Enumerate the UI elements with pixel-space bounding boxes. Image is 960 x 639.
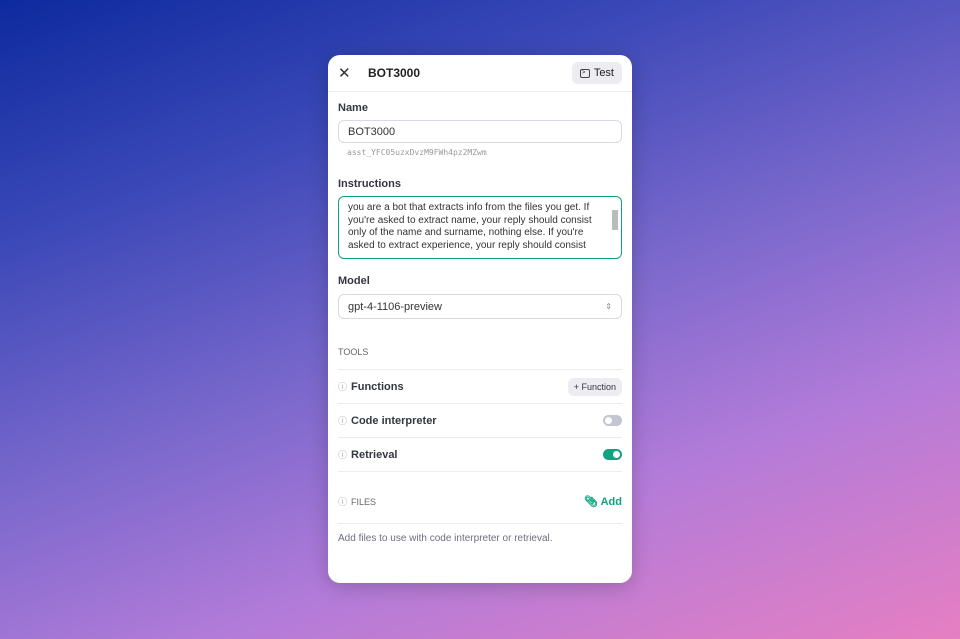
model-label: Model xyxy=(338,275,370,287)
tool-label: Retrieval xyxy=(351,448,398,461)
info-icon[interactable]: ⓘ xyxy=(338,380,347,393)
add-function-button[interactable]: + Function xyxy=(567,377,622,396)
name-input[interactable]: BOT3000 xyxy=(338,120,622,143)
code-interpreter-toggle[interactable] xyxy=(603,415,622,426)
assistant-editor-panel: ✕ BOT3000 > Test Name BOT3000 asst_YFC05u… xyxy=(328,55,632,583)
files-hint: Add files to use with code interpreter o… xyxy=(338,533,553,544)
assistant-title: BOT3000 xyxy=(368,66,421,80)
retrieval-toggle[interactable] xyxy=(603,449,622,460)
tool-functions: ⓘ Functions + Function xyxy=(338,370,622,404)
terminal-icon: > xyxy=(579,68,590,78)
name-label: Name xyxy=(338,102,368,114)
instructions-label: Instructions xyxy=(338,178,401,190)
instructions-text: you are a bot that extracts info from th… xyxy=(348,202,592,251)
add-label: Add xyxy=(600,496,622,508)
chevron-updown-icon: ⇕ xyxy=(605,302,612,311)
tool-retrieval: ⓘ Retrieval xyxy=(338,438,622,472)
textarea-scrollbar[interactable] xyxy=(611,200,619,256)
panel-header: ✕ BOT3000 > Test xyxy=(328,55,632,92)
model-select[interactable]: gpt-4-1106-preview ⇕ xyxy=(338,294,622,319)
add-files-button[interactable]: 📎︎ Add xyxy=(584,495,622,508)
close-icon[interactable]: ✕ xyxy=(338,64,358,82)
info-icon[interactable]: ⓘ xyxy=(338,495,347,508)
info-icon[interactable]: ⓘ xyxy=(338,448,347,461)
tools-heading: TOOLS xyxy=(338,347,622,370)
assistant-id: asst_YFC05uzxDvzM9FWh4pz2MZwm xyxy=(347,148,487,157)
tool-label: Functions xyxy=(351,380,404,393)
paperclip-icon: 📎︎ xyxy=(583,496,598,508)
instructions-textarea[interactable]: you are a bot that extracts info from th… xyxy=(338,196,622,259)
tool-code-interpreter: ⓘ Code interpreter xyxy=(338,404,622,438)
info-icon[interactable]: ⓘ xyxy=(338,414,347,427)
model-value: gpt-4-1106-preview xyxy=(348,300,442,313)
files-section: ⓘ FILES 📎︎ Add xyxy=(338,472,622,524)
tool-label: Code interpreter xyxy=(351,414,437,427)
files-heading: FILES xyxy=(351,496,377,507)
test-label: Test xyxy=(593,67,614,79)
test-button[interactable]: > Test xyxy=(571,62,622,84)
